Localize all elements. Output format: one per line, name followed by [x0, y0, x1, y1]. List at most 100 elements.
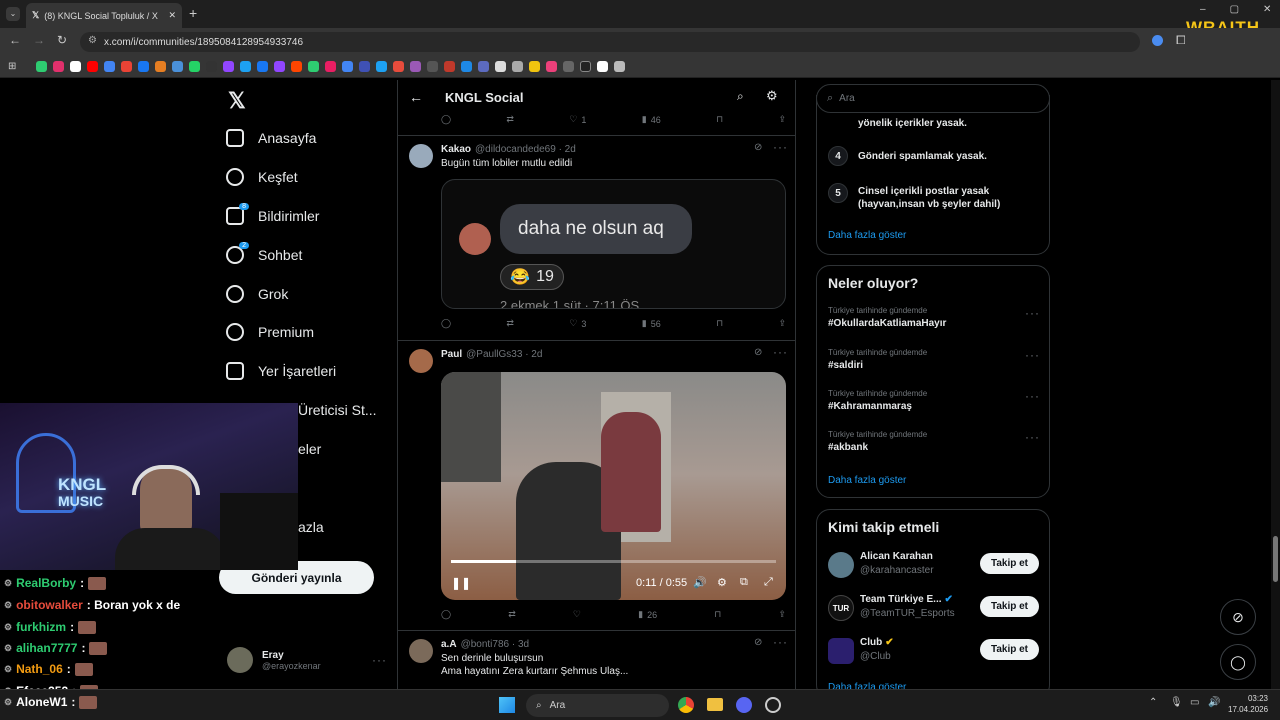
bookmark-icon[interactable] — [512, 61, 523, 72]
more-icon[interactable]: ··· — [1025, 348, 1040, 362]
clock-date[interactable]: 17.04.2026 — [1228, 705, 1268, 714]
windows-start-icon[interactable] — [499, 697, 515, 713]
follow-suggestion[interactable]: TUR Team Türkiye E... ✔ @TeamTUR_Esports… — [828, 593, 1040, 623]
chrome-icon[interactable] — [678, 697, 694, 713]
scrollbar-thumb[interactable] — [1273, 536, 1278, 582]
follow-suggestion[interactable]: Club ✔ @Club Takip et — [828, 636, 1040, 666]
bookmark-icon[interactable] — [478, 61, 489, 72]
views-button[interactable]: ▮ 56 — [642, 318, 661, 329]
bookmark-icon[interactable] — [291, 61, 302, 72]
trend-item[interactable]: Türkiye tarihinde gündemde #akbank ··· — [828, 430, 1040, 453]
more-icon[interactable]: ··· — [773, 635, 788, 649]
bookmark-icon[interactable] — [87, 61, 98, 72]
grok-float-button[interactable]: ⊘ — [1220, 599, 1256, 635]
app-icon[interactable] — [765, 697, 781, 713]
video-progress-track[interactable] — [451, 560, 776, 563]
x-logo-icon[interactable]: 𝕏 — [228, 88, 246, 114]
bookmark-icon[interactable] — [376, 61, 387, 72]
bookmark-icon[interactable] — [104, 61, 115, 72]
account-switcher[interactable]: Eray @erayozkenar ··· — [227, 645, 387, 675]
bookmark-icon[interactable] — [36, 61, 47, 72]
bookmark-icon[interactable] — [495, 61, 506, 72]
follow-button[interactable]: Takip et — [980, 553, 1039, 574]
page-scrollbar[interactable] — [1271, 80, 1280, 689]
views-button[interactable]: ▮ 26 — [638, 609, 657, 620]
picture-in-picture-icon[interactable]: ⧉ — [740, 576, 748, 589]
bookmark-icon[interactable]: ⊓ — [716, 318, 723, 329]
repost-icon[interactable]: ⇄ — [508, 609, 516, 620]
views-button[interactable]: ▮ 46 — [642, 114, 661, 125]
bookmark-icon[interactable] — [172, 61, 183, 72]
taskbar-search[interactable]: ⌕ Ara — [526, 694, 669, 717]
site-info-icon[interactable]: ⚙ — [88, 35, 97, 46]
bookmark-icon[interactable] — [597, 61, 608, 72]
bookmark-icon[interactable] — [410, 61, 421, 72]
bookmark-icon[interactable] — [138, 61, 149, 72]
more-icon[interactable]: ··· — [1025, 430, 1040, 444]
bookmark-icon[interactable] — [325, 61, 336, 72]
bookmark-icon[interactable] — [206, 61, 217, 72]
search-icon[interactable]: ⌕ — [737, 89, 744, 104]
bookmark-icon[interactable] — [70, 61, 81, 72]
tweet-handle[interactable]: @bonti786 · 3d — [461, 639, 530, 650]
bookmark-icon[interactable] — [121, 61, 132, 72]
bookmark-icon[interactable] — [580, 61, 591, 72]
volume-icon[interactable]: 🔊 — [693, 576, 707, 589]
extensions-puzzle-icon[interactable]: ⧠ — [1176, 33, 1186, 48]
reload-icon[interactable]: ↻ — [57, 33, 67, 47]
close-window-icon[interactable]: ✕ — [1263, 4, 1271, 15]
nav-premium[interactable]: Premium — [226, 318, 314, 346]
bookmark-icon[interactable] — [223, 61, 234, 72]
trend-item[interactable]: Türkiye tarihinde gündemde #Kahramanmara… — [828, 389, 1040, 412]
share-icon[interactable]: ⇪ — [778, 318, 786, 329]
like-button[interactable]: ♡ — [573, 609, 581, 620]
bookmark-icon[interactable] — [359, 61, 370, 72]
share-icon[interactable]: ⇪ — [778, 609, 786, 620]
minimize-icon[interactable]: – — [1200, 4, 1206, 15]
reply-icon[interactable]: ◯ — [441, 318, 451, 329]
volume-icon[interactable]: 🔊 — [1208, 697, 1220, 708]
bookmark-icon[interactable] — [444, 61, 455, 72]
file-explorer-icon[interactable] — [707, 698, 723, 711]
bookmark-icon[interactable] — [546, 61, 557, 72]
share-icon[interactable]: ⇪ — [778, 114, 786, 125]
more-icon[interactable]: ··· — [372, 653, 387, 667]
forward-icon[interactable]: → — [33, 33, 45, 47]
tweet[interactable]: a.A @bonti786 · 3d ⊘ ··· Sen derinle bul… — [398, 631, 795, 689]
like-button[interactable]: ♡ 3 — [569, 318, 586, 329]
tweet-handle[interactable]: @dildocandede69 · 2d — [475, 144, 576, 155]
apps-grid-icon[interactable]: ⊞ — [8, 61, 16, 72]
nav-grok[interactable]: Grok — [226, 280, 288, 308]
tweet-media[interactable]: daha ne olsun aq 😂 19 2 ekmek 1 süt · 7:… — [441, 179, 786, 309]
tab-list-button[interactable]: ⌄ — [6, 7, 20, 21]
nav-chat[interactable]: 2 Sohbet — [226, 241, 302, 269]
messages-float-button[interactable]: ◯ — [1220, 644, 1256, 680]
browser-tab[interactable]: 𝕏 (8) KNGL Social Topluluk / X ✕ — [26, 3, 182, 28]
extension-icon[interactable] — [1152, 35, 1163, 46]
bookmark-icon[interactable] — [155, 61, 166, 72]
maximize-icon[interactable]: ▢ — [1230, 4, 1239, 15]
back-arrow-icon[interactable]: ← — [409, 89, 423, 105]
grok-icon[interactable]: ⊘ — [754, 142, 762, 153]
grok-icon[interactable]: ⊘ — [754, 637, 762, 648]
settings-gear-icon[interactable]: ⚙ — [717, 576, 727, 589]
bookmark-icon[interactable] — [53, 61, 64, 72]
bookmark-icon[interactable] — [393, 61, 404, 72]
bookmark-icon[interactable] — [189, 61, 200, 72]
bookmark-icon[interactable]: ⊓ — [714, 609, 721, 620]
nav-creator-studio[interactable]: Üreticisi St... — [298, 396, 377, 424]
pause-icon[interactable]: ❚❚ — [451, 576, 471, 590]
microphone-icon[interactable]: 🎙 — [1170, 697, 1183, 708]
bookmark-icon[interactable] — [342, 61, 353, 72]
fullscreen-icon[interactable]: ⤢ — [764, 576, 773, 589]
bookmark-icon[interactable] — [240, 61, 251, 72]
bookmark-icon[interactable] — [274, 61, 285, 72]
nav-communities[interactable]: eler — [298, 435, 321, 463]
video-player[interactable]: ❚❚ 0:11 / 0:55 🔊 ⚙ ⧉ ⤢ — [441, 372, 786, 600]
tweet-handle[interactable]: @PaullGs33 · 2d — [466, 349, 542, 360]
back-icon[interactable]: ← — [9, 33, 21, 47]
repost-icon[interactable]: ⇄ — [506, 318, 514, 329]
nav-bookmarks[interactable]: Yer İşaretleri — [226, 357, 336, 385]
discord-icon[interactable] — [736, 697, 752, 713]
more-icon[interactable]: ··· — [1025, 306, 1040, 320]
